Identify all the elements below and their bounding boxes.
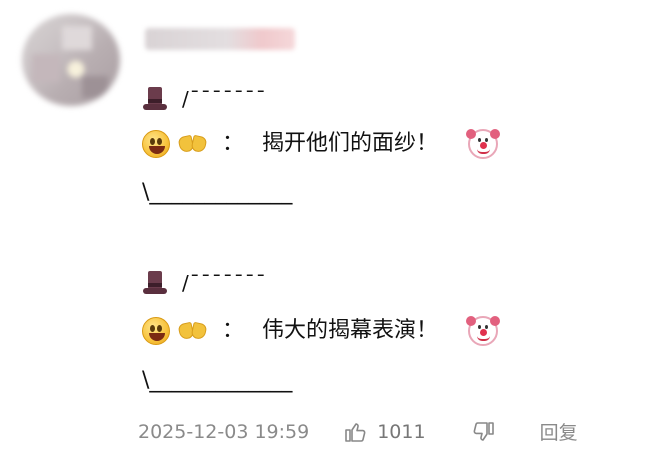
grinning-face-icon — [142, 317, 170, 345]
grinning-face-icon — [142, 130, 170, 158]
ascii-bottom-line: \_____________ — [142, 368, 293, 393]
message-text: 揭开他们的面纱！ — [262, 131, 439, 156]
reply-button[interactable]: 回复 — [540, 418, 578, 445]
handshake-icon — [177, 133, 208, 155]
top-hat-icon — [142, 85, 168, 113]
clown-face-icon — [466, 129, 501, 159]
top-hat-icon — [142, 269, 168, 297]
avatar[interactable] — [22, 14, 120, 106]
comment-footer: 2025-12-03 19:59 1011 回复 — [138, 418, 578, 445]
timestamp: 2025-12-03 19:59 — [138, 420, 310, 443]
colon: ： — [222, 318, 245, 343]
comment-message-1: ： 揭开他们的面纱！ — [142, 129, 501, 159]
message-text: 伟大的揭幕表演！ — [262, 318, 439, 343]
thumbs-up-icon[interactable] — [343, 420, 367, 444]
ascii-top-line: /¯¯¯¯¯¯¯ — [182, 87, 267, 111]
ascii-bottom-line: \_____________ — [142, 180, 293, 205]
handshake-icon — [177, 320, 208, 342]
like-count: 1011 — [377, 420, 426, 443]
colon: ： — [222, 131, 245, 156]
comment-block-2-top: /¯¯¯¯¯¯¯ — [142, 268, 267, 298]
comment-message-2: ： 伟大的揭幕表演！ — [142, 316, 501, 346]
username[interactable] — [145, 28, 295, 50]
ascii-top-line: /¯¯¯¯¯¯¯ — [182, 271, 267, 295]
thumbs-down-icon[interactable] — [472, 420, 496, 444]
comment-block-1-top: /¯¯¯¯¯¯¯ — [142, 84, 267, 114]
clown-face-icon — [466, 316, 501, 346]
